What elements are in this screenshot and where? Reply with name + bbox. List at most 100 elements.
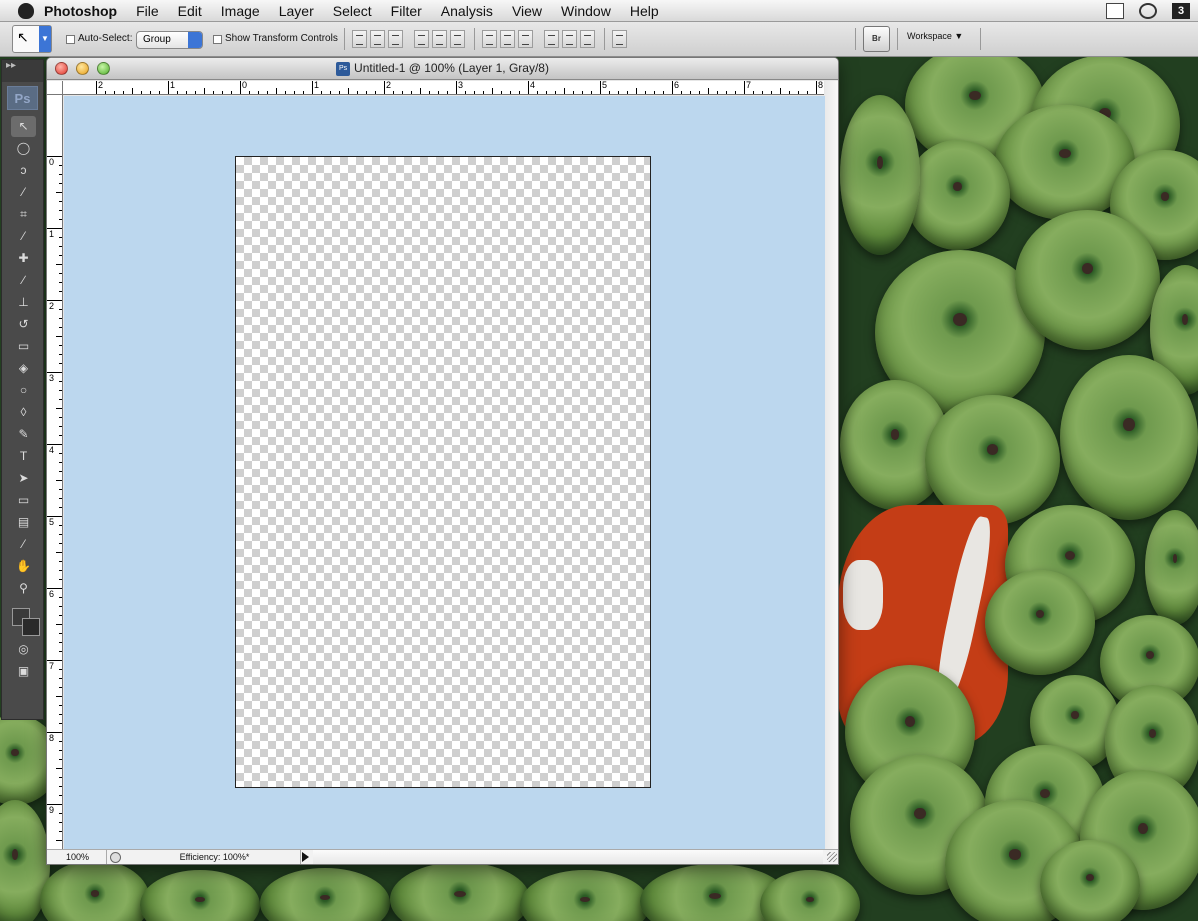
bridge-button[interactable]: Br [863,26,890,52]
ruler-tick [96,81,97,94]
blur-tool-icon[interactable]: ◊ [11,402,36,423]
ruler-tick [59,309,62,310]
ruler-tick [807,91,808,94]
ruler-number: 6 [674,81,680,90]
clone-stamp-tool-icon[interactable]: ⊥ [11,292,36,313]
menu-app-name[interactable]: Photoshop [44,3,117,19]
screen-mode-icon[interactable]: ▣ [11,661,36,682]
align-bottom-button[interactable] [388,30,403,48]
menu-view[interactable]: View [512,3,542,19]
paint-bucket-tool-icon[interactable]: ◈ [11,358,36,379]
ruler-tick [59,678,62,679]
status-icon[interactable] [110,852,121,863]
ruler-tick [312,81,313,94]
workspace-menu[interactable]: Workspace ▼ [907,31,963,41]
healing-brush-tool-icon[interactable]: ✚ [11,248,36,269]
align-top-button[interactable] [352,30,367,48]
menu-window[interactable]: Window [561,3,611,19]
status-menu-arrow-icon[interactable] [302,852,309,862]
dodge-tool-icon[interactable]: ○ [11,380,36,401]
ruler-tick [204,88,205,94]
ruler-tick [402,91,403,94]
distribute-bottom-button[interactable] [518,30,533,48]
menu-edit[interactable]: Edit [178,3,202,19]
eraser-tool-icon[interactable]: ▭ [11,336,36,357]
path-selection-tool-icon[interactable]: ➤ [11,468,36,489]
ruler-tick [59,750,62,751]
resize-grip-icon[interactable] [827,852,837,862]
show-transform-label: Show Transform Controls [225,33,338,44]
tool-preset-picker[interactable]: ↖ ▼ [12,25,52,53]
menu-layer[interactable]: Layer [279,3,314,19]
menu-help[interactable]: Help [630,3,659,19]
pen-tool-icon[interactable]: ✎ [11,424,36,445]
ruler-origin[interactable] [47,81,63,95]
auto-select-checkbox[interactable] [66,35,75,44]
background-color-swatch[interactable] [22,618,40,636]
brush-tool-icon[interactable]: ∕ [11,270,36,291]
show-transform-checkbox[interactable] [213,35,222,44]
ruler-tick [735,91,736,94]
vertical-scrollbar[interactable] [825,81,838,851]
ruler-tick [420,88,421,94]
ruler-tick [59,597,62,598]
history-brush-tool-icon[interactable]: ↺ [11,314,36,335]
ruler-tick [59,201,62,202]
auto-align-layers-button[interactable] [612,30,627,48]
type-tool-icon[interactable]: T [11,446,36,467]
ruler-number: 1 [49,229,55,239]
slice-tool-icon[interactable]: ⁄ [11,226,36,247]
crop-tool-icon[interactable]: ⌗ [11,204,36,225]
quick-mask-icon[interactable]: ◎ [11,639,36,660]
move-tool-icon[interactable]: ↖ [11,116,36,137]
document-titlebar[interactable]: Ps Untitled-1 @ 100% (Layer 1, Gray/8) [47,58,838,80]
document-canvas[interactable] [235,156,651,788]
menu-select[interactable]: Select [333,3,372,19]
menu-filter[interactable]: Filter [391,3,422,19]
align-left-button[interactable] [414,30,429,48]
ruler-tick [690,91,691,94]
ruler-tick [56,408,62,409]
ruler-tick [59,705,62,706]
align-vertical-center-button[interactable] [370,30,385,48]
eyedropper-tool-icon[interactable]: ⁄ [11,534,36,555]
ruler-number: 6 [49,589,55,599]
distribute-left-button[interactable] [544,30,559,48]
ruler-number: 1 [170,81,176,90]
horizontal-scrollbar[interactable] [313,850,823,864]
auto-select-dropdown[interactable]: Group [136,31,203,49]
distribute-vertical-center-button[interactable] [500,30,515,48]
shape-tool-icon[interactable]: ▭ [11,490,36,511]
ruler-tick [59,525,62,526]
lasso-tool-icon[interactable]: ↄ [11,160,36,181]
distribute-horizontal-center-button[interactable] [562,30,577,48]
menu-image[interactable]: Image [221,3,260,19]
align-right-button[interactable] [450,30,465,48]
ruler-tick [546,91,547,94]
hand-tool-icon[interactable]: ✋ [11,556,36,577]
tools-panel-collapse[interactable]: ▸▸ [2,60,43,82]
vertical-ruler[interactable]: 0 1 2 3 4 5 6 7 8 9 [47,95,63,850]
menu-analysis[interactable]: Analysis [441,3,493,19]
ruler-tick [483,91,484,94]
mail-icon[interactable] [1106,3,1124,19]
distribute-top-button[interactable] [482,30,497,48]
marquee-tool-icon[interactable]: ◯ [11,138,36,159]
ruler-tick [141,91,142,94]
horizontal-ruler[interactable]: 2 1 0 1 2 3 4 5 6 7 8 [63,81,824,95]
notes-tool-icon[interactable]: ▤ [11,512,36,533]
spaces-badge[interactable]: 3 [1172,3,1190,19]
zoom-tool-icon[interactable]: ⚲ [11,578,36,599]
magic-wand-tool-icon[interactable]: ⁄ [11,182,36,203]
align-horizontal-center-button[interactable] [432,30,447,48]
ruler-tick [492,88,493,94]
auto-select-label: Auto-Select: [78,33,133,44]
chat-icon[interactable] [1139,3,1157,19]
menu-file[interactable]: File [136,3,159,19]
zoom-level[interactable]: 100% [47,850,107,864]
ruler-tick [222,91,223,94]
ruler-tick [59,570,62,571]
apple-menu-icon[interactable] [18,2,34,19]
ruler-tick [59,507,62,508]
distribute-right-button[interactable] [580,30,595,48]
